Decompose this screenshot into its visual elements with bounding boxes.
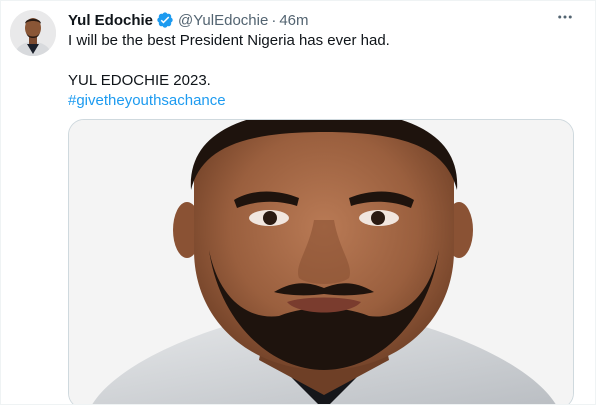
tweet-media-photo[interactable] <box>68 119 574 404</box>
tweet-timestamp[interactable]: 46m <box>279 12 308 29</box>
verified-badge-icon <box>156 11 174 29</box>
portrait-photo <box>69 120 573 404</box>
more-horizontal-icon <box>556 8 574 31</box>
tweet-header: Yul Edochie @YulEdochie · 46m <box>68 10 309 30</box>
tweet-text-line: I will be the best President Nigeria has… <box>68 32 390 49</box>
tweet[interactable]: Yul Edochie @YulEdochie · 46m I will be … <box>0 0 596 405</box>
header-separator: · <box>271 11 277 29</box>
more-options-button[interactable] <box>553 7 577 31</box>
hashtag-link[interactable]: #givetheyouthsachance <box>68 91 578 111</box>
tweet-text: I will be the best President Nigeria has… <box>68 31 578 111</box>
tweet-text-line: YUL EDOCHIE 2023. <box>68 72 211 89</box>
author-handle[interactable]: @YulEdochie <box>178 12 268 29</box>
author-avatar[interactable] <box>10 10 56 56</box>
author-display-name[interactable]: Yul Edochie <box>68 12 153 29</box>
avatar-photo <box>10 10 56 56</box>
